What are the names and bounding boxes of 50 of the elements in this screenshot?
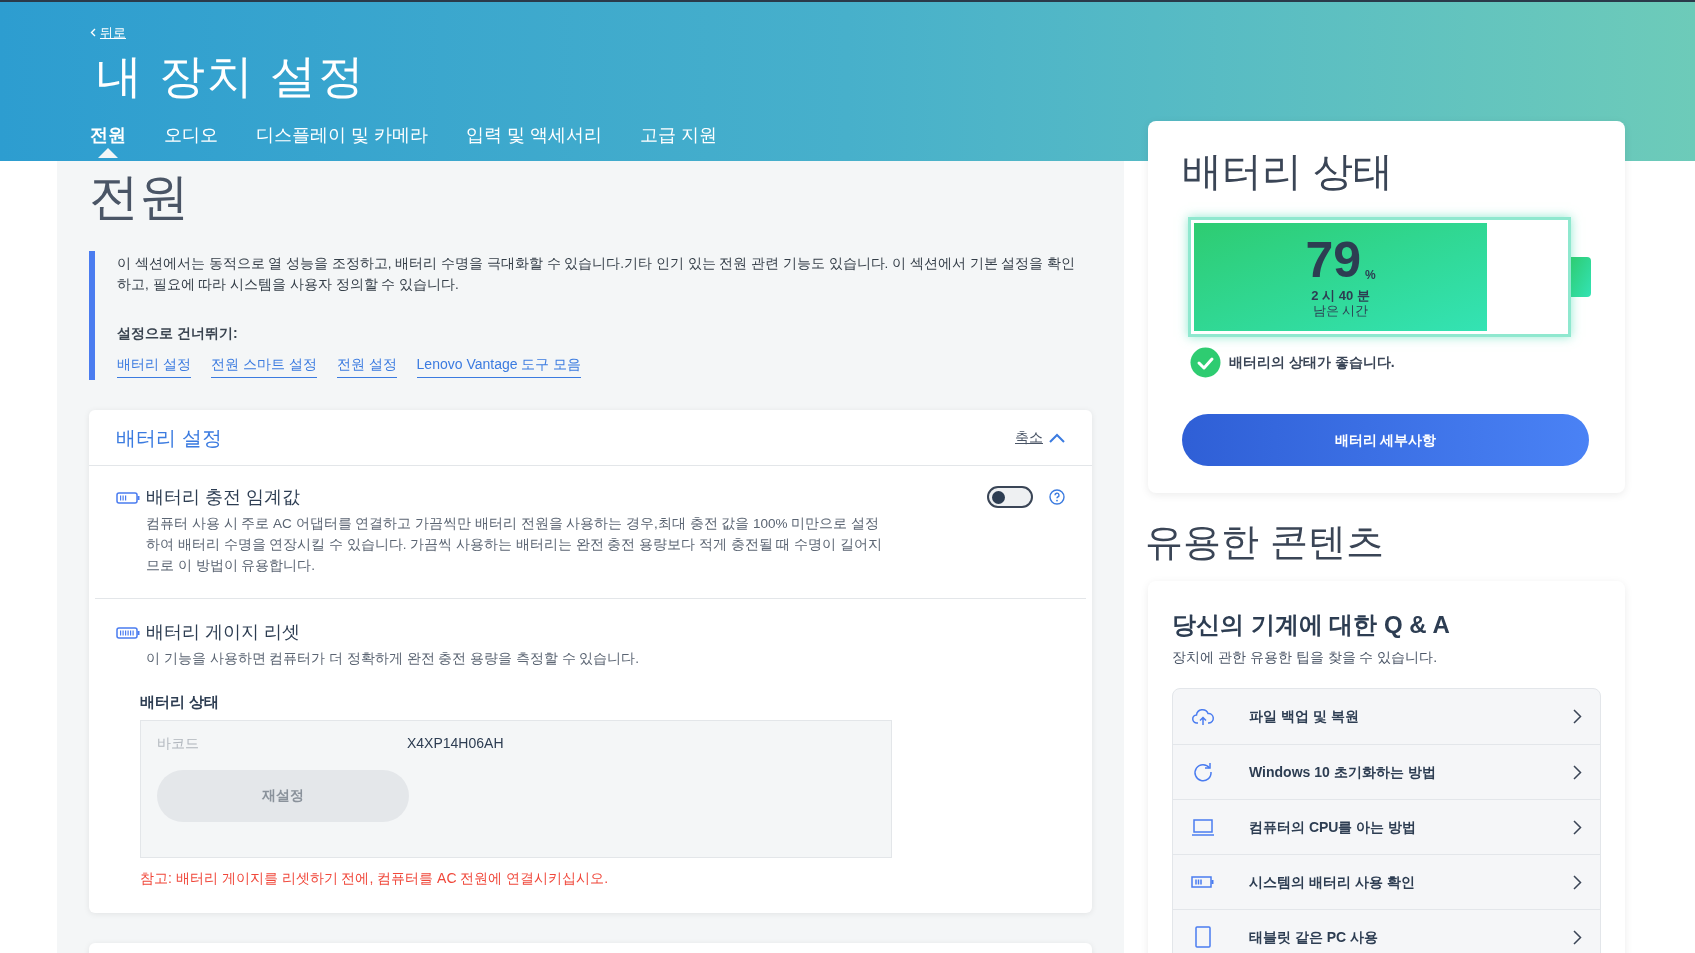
setting-description: 이 기능을 사용하면 컴퓨터가 더 정확하게 완전 충전 용량을 측정할 수 있습니다. [146,650,640,668]
card-subtitle: 장치에 관한 유용한 팁을 찾을 수 있습니다. [1172,648,1439,667]
warning-note: 참고: 배터리 게이지를 리셋하기 전에, 컴퓨터를 AC 전원에 연결시키십시오. [140,868,610,888]
chevron-right-icon [1573,819,1582,835]
chevron-right-icon [1573,764,1582,780]
battery-details-button[interactable]: 배터리 세부사항 [1182,414,1589,466]
qa-list-item[interactable]: 시스템의 배터리 사용 확인 [1173,854,1600,909]
qa-list-item[interactable]: 태블릿 같은 PC 사용 [1173,909,1600,953]
percent-sign: % [1365,267,1376,284]
section-title: 유용한 콘텐츠 [1145,520,1385,565]
check-icon [1190,347,1221,378]
setting-title: 배터리 게이지 리셋 [146,621,300,644]
qa-list-item[interactable]: 파일 백업 및 복원 [1173,689,1600,744]
time-remaining: 2 시 40 분 [1311,288,1370,303]
chevron-right-icon [1573,709,1582,724]
jump-link[interactable]: 전원 설정 [336,354,397,378]
tab[interactable]: 오디오 [164,116,218,154]
back-link[interactable]: 뒤로 [90,22,126,43]
chevron-right-icon [1573,929,1582,945]
battery-icon [116,626,140,639]
section-description: 이 섹션에서는 동적으로 열 성능을 조정하고, 배터리 수명을 극대화할 수 있습니다.기타 인기 있는 전원 관련 기능도 있습니다. 이 섹션에서 기본 설정을 확인하고, 필요에 따라 시스템을 사용자 정의할 수 있습니다. [117,255,1077,294]
jump-link[interactable]: 배터리 설정 [117,354,191,378]
jump-link[interactable]: Lenovo Vantage 도구 모음 [416,354,582,378]
battery-terminal [1571,257,1591,297]
section-title: 전원 [89,168,190,227]
jump-link[interactable]: 전원 스마트 설정 [210,354,317,378]
time-label: 남은 시간 [1312,303,1369,318]
setting-title: 배터리 충전 임계값 [146,486,300,509]
help-icon[interactable] [1049,489,1065,505]
refresh-icon [1191,760,1215,784]
tab[interactable]: 입력 및 액세서리 [466,116,603,154]
card-title: 배터리 상태 [1182,148,1395,195]
chevron-right-icon [1573,874,1582,890]
battery-percent: 79 [1305,236,1362,284]
battery-icon [116,491,140,504]
jump-label: 설정으로 건너뛰기: [117,324,239,343]
card-title: 배터리 설정 [116,425,222,451]
toggle-switch[interactable] [987,486,1033,508]
tab[interactable]: 고급 지원 [640,116,718,154]
battery-health-text: 배터리의 상태가 좋습니다. [1229,353,1395,372]
card-title: 당신의 기계에 대한 Q & A [1172,610,1451,640]
status-label: 배터리 상태 [140,692,221,712]
tab[interactable]: 디스플레이 및 카메라 [256,116,428,154]
page-title: 내 장치 설정 [96,49,367,104]
field-label: 바코드 [157,733,200,753]
qa-list-item[interactable]: 컴퓨터의 CPU를 아는 방법 [1173,799,1600,854]
collapse-link[interactable]: 축소 [1015,427,1065,448]
field-value: X4XP14H06AH [407,733,504,753]
qa-list-item[interactable]: Windows 10 초기화하는 방법 [1173,744,1600,799]
setting-description: 컴퓨터 사용 시 주로 AC 어댑터를 연결하고 가끔씩만 배터리 전원을 사용하는 경우,최대 충전 값을 100% 미만으로 설정하여 배터리 수명을 연장시킬 수 있습니다. 가끔씩 사용하는 배터리는 완전 충전 용량보다 적게 충전될 때 수명이 길어지므로 이 방법이 유용합니다. [146,515,883,575]
